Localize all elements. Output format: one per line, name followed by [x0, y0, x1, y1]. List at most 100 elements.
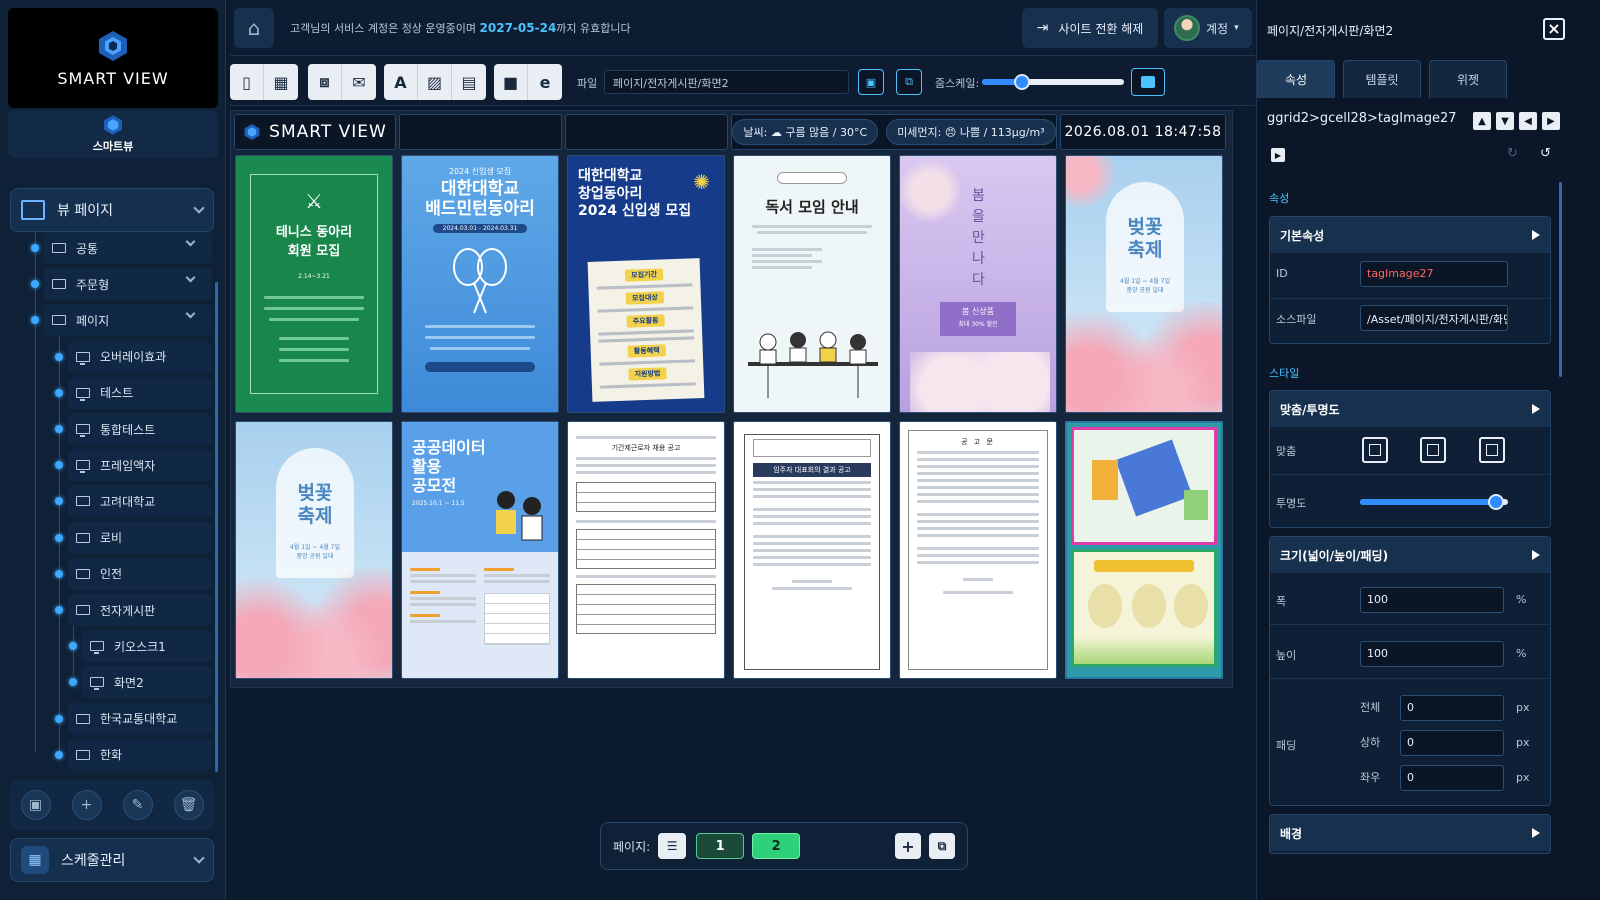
poster-reading[interactable]: 독서 모임 안내: [733, 155, 891, 413]
web-icon[interactable]: e: [528, 64, 562, 100]
map-cell[interactable]: [1065, 421, 1223, 679]
poster-tennis[interactable]: ⚔ 테니스 동아리 회원 모집 2.14~3.21: [235, 155, 393, 413]
padding-all-input[interactable]: 0: [1400, 695, 1504, 721]
document-memo[interactable]: 공 고 문: [899, 421, 1057, 679]
tree-item[interactable]: 인전: [68, 557, 212, 590]
chevron-down-icon[interactable]: [185, 272, 196, 283]
image-icon[interactable]: ▨: [418, 64, 452, 100]
tree-item[interactable]: 한화: [68, 738, 212, 771]
tree-item[interactable]: 테스트: [68, 376, 212, 409]
trash-icon[interactable]: 🗑: [173, 790, 204, 820]
page-1-button[interactable]: 1: [696, 833, 745, 859]
poster-cherry-2[interactable]: 벚꽃 축제 4월 1일 ~ 4월 7일 중앙 공원 일대: [235, 421, 393, 679]
undo-icon[interactable]: ↺: [1540, 146, 1551, 161]
canvas-logo-cell[interactable]: SMART VIEW: [234, 114, 396, 150]
schedule-menu[interactable]: ▦ 스케줄관리: [10, 838, 214, 882]
tree-item[interactable]: 키오스크1: [82, 630, 212, 663]
zoom-slider[interactable]: [982, 74, 1124, 90]
tree-item[interactable]: 오버레이효과: [68, 340, 212, 373]
page-list-icon[interactable]: ☰: [658, 833, 687, 859]
height-input[interactable]: 100: [1360, 641, 1504, 667]
width-input[interactable]: 100: [1360, 587, 1504, 613]
brand-box[interactable]: 스마트뷰: [8, 110, 218, 158]
weather-cell[interactable]: 날씨: ☁ 구름 많음 / 30°C 미세먼지: 😠 나쁨 / 113μg/m³: [731, 114, 1057, 150]
redo-icon[interactable]: ↻: [1507, 146, 1518, 161]
layout-save-button[interactable]: [1131, 68, 1165, 96]
tree-item[interactable]: 주문형: [44, 268, 212, 301]
padding-vertical-label: 상하: [1360, 736, 1381, 749]
pencil-icon[interactable]: ✎: [122, 790, 153, 820]
padding-horizontal-input[interactable]: 0: [1400, 765, 1504, 791]
chevron-down-icon: [193, 202, 205, 214]
datetime-cell[interactable]: 2026.08.01 18:47:58: [1060, 114, 1226, 150]
background-header[interactable]: 배경: [1270, 815, 1550, 851]
account-button[interactable]: 계정 ▾: [1164, 8, 1252, 48]
poster-badminton[interactable]: 2024 신입생 모집 대한대학교 배드민턴동아리 2024.03.01 - 2…: [401, 155, 559, 413]
play-icon[interactable]: ▶: [1271, 148, 1285, 162]
document-tenant[interactable]: 임주자 대표회의 결과 공고: [733, 421, 891, 679]
tree-item[interactable]: 한국교통대학교: [68, 702, 212, 735]
site-switch-button[interactable]: ⇥ 사이트 전환 해제: [1022, 8, 1158, 48]
tree-item[interactable]: 프레임액자: [68, 449, 212, 482]
app-logo[interactable]: SMART VIEW: [8, 8, 218, 108]
view-page-menu[interactable]: 뷰 페이지: [10, 188, 214, 232]
move-up-icon[interactable]: ▲: [1473, 112, 1491, 130]
tree-item[interactable]: 전자게시판: [68, 594, 212, 626]
plus-icon[interactable]: +: [71, 790, 102, 820]
home-button[interactable]: ⌂: [234, 8, 274, 48]
tree-item[interactable]: 페이지: [44, 304, 212, 337]
tree-item[interactable]: 로비: [68, 521, 212, 554]
poster-spring[interactable]: 봄 을 만 나 다 봄 신상품 최대 30% 할인: [899, 155, 1057, 413]
file-path-input[interactable]: 페이지/전자게시판/화면2: [604, 70, 849, 94]
fit-opacity-header[interactable]: 맞춤/투명도: [1270, 391, 1550, 427]
fit-contain-icon[interactable]: [1420, 437, 1446, 463]
poster-public-data[interactable]: 공공데이터 활용 공모전 2025.10.1 ~ 11.5: [401, 421, 559, 679]
document-icon[interactable]: ▤: [452, 64, 486, 100]
folder-add-icon[interactable]: ▣: [20, 790, 51, 820]
close-icon[interactable]: ×: [1543, 18, 1565, 40]
source-file-field[interactable]: /Asset/페이지/전자게시판/화면2: [1360, 305, 1508, 331]
padding-vertical-input[interactable]: 0: [1400, 730, 1504, 756]
sidebar-scrollbar[interactable]: [215, 282, 218, 772]
frame-icon[interactable]: ⧈: [308, 64, 342, 100]
poster-cherry-1[interactable]: 벚꽃 축제 4월 1일 ~ 4월 7일 중앙 공원 일대: [1065, 155, 1223, 413]
new-page-icon[interactable]: ▯: [230, 64, 264, 100]
tab-properties[interactable]: 속성: [1257, 60, 1335, 98]
zoom-handle[interactable]: [1013, 74, 1030, 90]
section-style: 스타일: [1269, 367, 1300, 380]
copy-page-button[interactable]: ⧉: [929, 833, 955, 859]
page-2-button[interactable]: 2: [752, 833, 801, 859]
opacity-slider[interactable]: [1360, 494, 1508, 510]
tree-item[interactable]: 통합테스트: [68, 413, 212, 445]
tab-widgets[interactable]: 위젯: [1429, 60, 1507, 98]
tree-item[interactable]: 공통: [44, 232, 212, 264]
move-down-icon[interactable]: ▼: [1496, 112, 1514, 130]
grid-icon[interactable]: ▦: [264, 64, 298, 100]
panel-scrollbar[interactable]: [1559, 182, 1562, 377]
move-left-icon[interactable]: ◀: [1519, 112, 1537, 130]
poster-startup[interactable]: 대한대학교 창업동아리 2024 신입생 모집 ✺ 모집기간 모집대상 주요활동…: [567, 155, 725, 413]
chevron-down-icon[interactable]: [185, 308, 196, 319]
tree-item[interactable]: 화면2: [82, 666, 212, 699]
id-field[interactable]: tagImage27: [1360, 261, 1508, 287]
fit-fill-icon[interactable]: [1362, 437, 1388, 463]
garden-poster-image[interactable]: [1071, 549, 1217, 667]
mail-icon[interactable]: ✉: [342, 64, 376, 100]
tree-item[interactable]: 고려대학교: [68, 485, 212, 518]
basic-properties-header[interactable]: 기본속성: [1270, 217, 1550, 253]
fit-cover-icon[interactable]: [1479, 437, 1505, 463]
text-icon[interactable]: A: [384, 64, 418, 100]
video-icon[interactable]: ■: [494, 64, 528, 100]
opacity-handle[interactable]: [1488, 494, 1505, 510]
empty-cell[interactable]: [565, 114, 728, 150]
size-header[interactable]: 크기(넓이/높이/패딩): [1270, 537, 1550, 573]
move-right-icon[interactable]: ▶: [1542, 112, 1560, 130]
document-notice[interactable]: 기간제근로자 채용 공고: [567, 421, 725, 679]
copy-button[interactable]: ⧉: [896, 69, 922, 95]
empty-cell[interactable]: [399, 114, 562, 150]
chevron-down-icon[interactable]: [185, 236, 196, 247]
campus-map-image[interactable]: [1071, 427, 1217, 545]
save-file-button[interactable]: ▣: [858, 69, 884, 95]
tab-templates[interactable]: 템플릿: [1343, 60, 1421, 98]
add-page-button[interactable]: +: [895, 833, 921, 859]
